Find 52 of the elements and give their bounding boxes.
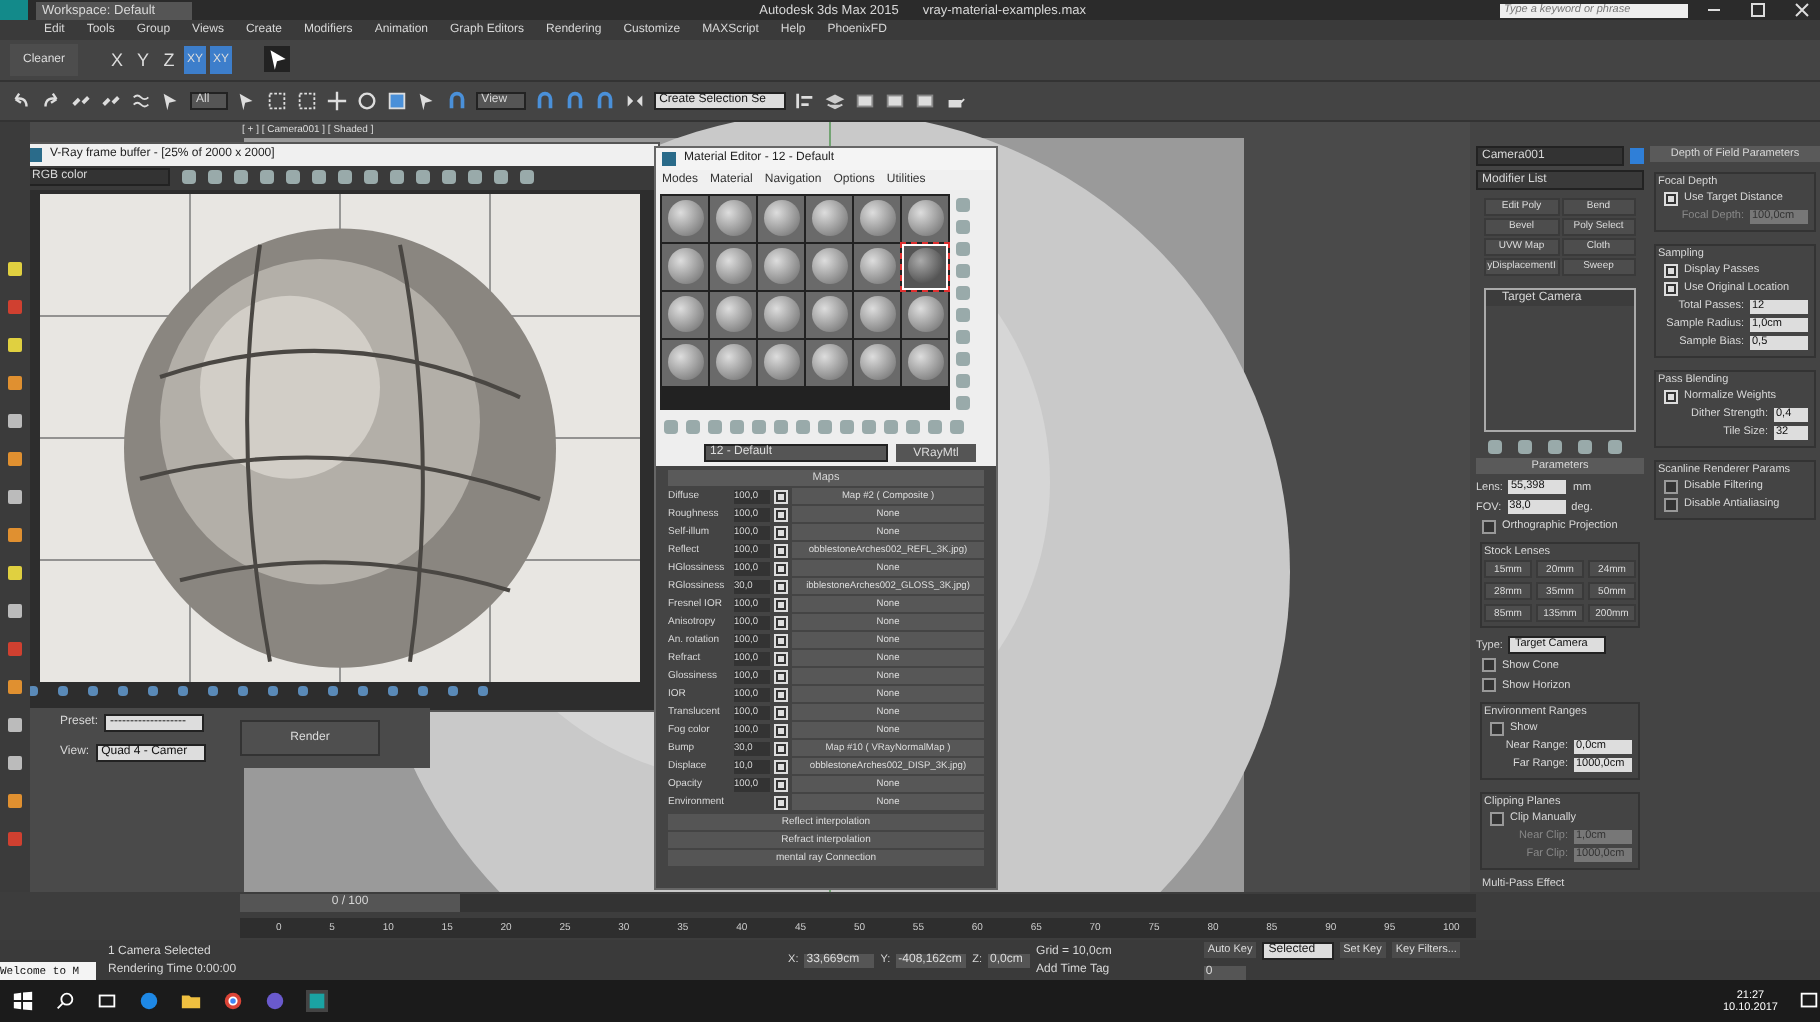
checkbox[interactable] [1482, 658, 1496, 673]
checkbox[interactable] [1490, 811, 1504, 826]
folder-icon[interactable] [180, 990, 202, 1013]
align-icon[interactable] [793, 89, 816, 112]
material-slot[interactable] [854, 243, 900, 290]
rotate-icon[interactable] [355, 89, 378, 112]
material-slot[interactable] [662, 291, 708, 338]
material-slot[interactable] [854, 195, 900, 242]
material-slot[interactable] [902, 195, 948, 242]
browser-icon[interactable] [222, 990, 244, 1013]
checkbox[interactable] [1664, 479, 1678, 494]
undo-icon[interactable] [10, 89, 32, 112]
material-slot[interactable] [758, 291, 804, 338]
axis-button[interactable]: Y [132, 45, 154, 74]
layer-icon[interactable] [823, 89, 846, 112]
color-swatch[interactable] [1630, 147, 1644, 164]
material-slot[interactable] [854, 291, 900, 338]
material-slot[interactable] [806, 195, 852, 242]
material-slot[interactable] [710, 195, 756, 242]
maximize-icon[interactable] [1748, 0, 1768, 20]
material-slot[interactable] [758, 195, 804, 242]
app-logo-icon [662, 151, 676, 166]
checkbox[interactable] [1482, 678, 1496, 693]
redo-icon[interactable] [40, 89, 62, 112]
close-icon[interactable] [1792, 0, 1812, 20]
task-view-icon[interactable] [96, 990, 118, 1013]
material-slot[interactable] [710, 339, 756, 386]
material-slot[interactable] [806, 291, 852, 338]
checkbox[interactable] [1490, 721, 1504, 736]
app-logo-icon [30, 147, 42, 162]
checkbox[interactable] [1664, 497, 1678, 512]
search-icon[interactable] [54, 990, 76, 1013]
checkbox[interactable] [1482, 519, 1496, 534]
notification-icon[interactable] [1798, 990, 1820, 1013]
material-slot[interactable] [662, 243, 708, 290]
move-icon[interactable] [325, 89, 348, 112]
material-slot[interactable] [662, 339, 708, 386]
cursor-icon[interactable] [264, 46, 290, 73]
windows-start-icon[interactable] [12, 990, 34, 1013]
axis-button[interactable]: Z [158, 45, 180, 74]
material-slot[interactable] [806, 243, 852, 290]
material-slot[interactable] [902, 339, 948, 386]
app-icon[interactable] [264, 990, 286, 1013]
material-slot[interactable] [662, 195, 708, 242]
material-slot[interactable] [710, 243, 756, 290]
material-slot[interactable] [854, 339, 900, 386]
material-slot[interactable] [806, 339, 852, 386]
material-slot[interactable] [710, 291, 756, 338]
material-slot[interactable] [758, 243, 804, 290]
material-slot[interactable] [758, 339, 804, 386]
axis-button[interactable]: X [106, 45, 128, 74]
app-icon[interactable] [306, 990, 328, 1013]
